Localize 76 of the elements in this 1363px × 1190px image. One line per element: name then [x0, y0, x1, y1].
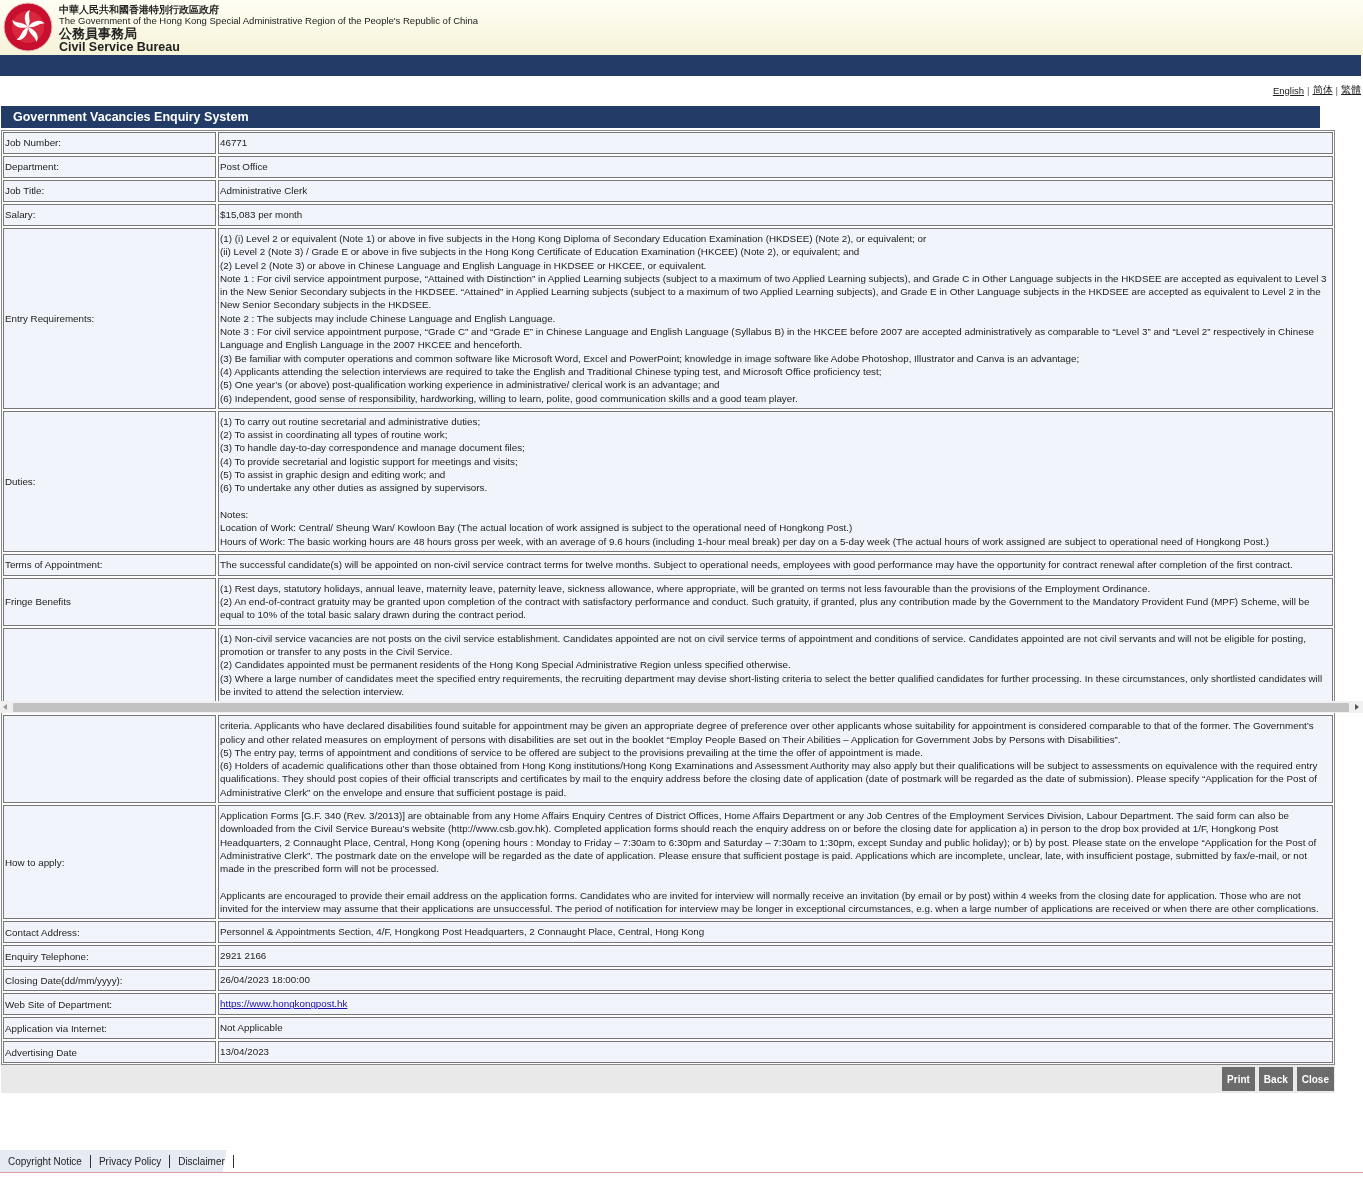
footer-link[interactable]: Privacy Policy — [98, 1154, 171, 1168]
field-value: Administrative Clerk — [220, 184, 309, 198]
scroll-right-icon[interactable] — [1353, 703, 1361, 712]
footer-link[interactable]: Copyright Notice — [8, 1154, 91, 1168]
action-button[interactable]: Close — [1296, 1067, 1334, 1092]
field-value: Not Applicable — [220, 1021, 284, 1035]
field-value: 46771 — [220, 136, 249, 150]
language-link[interactable]: English — [1272, 84, 1305, 96]
field-value: (6) Independent, good sense of responsibility, hardworking, willing to learn, polite, good communication skills and a good team player. — [220, 391, 799, 405]
field-value: (3) Where a large number of candidates meet the specified entry requirements, the recruiting department may devise short-listing criteria to select the better qualified candidates for further processing. In these circumstances, only shortlisted candidates will be invited to attend the selection interview. — [220, 671, 1324, 699]
action-button[interactable]: Back — [1258, 1067, 1293, 1092]
field-value: 13/04/2023 — [220, 1045, 271, 1059]
field-label: Department: — [3, 156, 216, 178]
flower-emblem-icon — [3, 2, 53, 52]
field-value: 26/04/2023 18:00:00 — [220, 973, 311, 987]
field-value: (2) Candidates appointed must be permanent residents of the Hong Kong Special Administrative Region unless specified otherwise. — [220, 658, 792, 672]
field-value: (5) The entry pay, terms of appointment and conditions of service to be offered are subject to the provisions prevailing at the time the offer of appointment is made. — [220, 745, 924, 760]
panel-title: Government Vacancies Enquiry System — [1, 106, 1320, 128]
field-value: (4) Applicants attending the selection interviews are required to take the English and Traditional Chinese typing test, and Microsoft Office proficiency test; — [220, 364, 883, 379]
horizontal-scrollbar[interactable] — [0, 701, 1363, 714]
field-label: Job Title: — [3, 180, 216, 202]
field-value: (5) One year’s (or above) post-qualification working experience in administrative/ clerical work is an advantage; and — [220, 378, 721, 392]
field-value: Hours of Work: The basic working hours are 48 hours gross per week, with an average of 9.6 hours (including 1-hour meal break) per day on a 5-day week (The actual hours of work assigned are subject to operational need of Hongkong Post.) — [220, 534, 1271, 548]
footer-link[interactable]: Disclaimer — [178, 1154, 234, 1168]
website-link[interactable]: https://www.hongkongpost.hk — [220, 998, 348, 1010]
field-value: (6) To undertake any other duties as assigned by supervisors. — [220, 481, 489, 495]
field-label: Application via Internet: — [3, 1017, 216, 1040]
field-label: Salary: — [3, 204, 216, 226]
field-value: Note 3 : For civil service appointment purpose, “Grade C” and “Grade E” in Chinese Language and English Language (Syllabus B) in the HKCEE before 2007 are accepted administratively as comparable to “Level 3” and “Level 2” respectively in Chinese Language and English Language in the 2007 HKCEE and henceforth. — [220, 325, 1316, 352]
field-label: Duties: — [3, 410, 216, 552]
field-value: (3) To handle day-to-day correspondence and manage document files; — [220, 441, 526, 455]
field-label: Entry Requirements: — [3, 228, 216, 409]
field-label: Terms of Appointment: — [3, 553, 216, 576]
field-label: Advertising Date — [3, 1041, 216, 1064]
scroll-left-icon[interactable] — [1, 703, 9, 712]
action-button[interactable]: Print — [1222, 1067, 1255, 1092]
government-title: The Government of the Hong Kong Special Administrative Region of the People's Republic of China — [59, 15, 478, 27]
field-value: (1) (i) Level 2 or equivalent (Note 1) or above in five subjects in the Hong Kong Diploma of Secondary Education Examination (HKDSEE) (Note 2), or equivalent; or — [220, 232, 928, 246]
separator: | — [1335, 84, 1338, 96]
field-value: (2) An end-of-contract gratuity may be granted upon completion of the contract with satisfactory performance and conduct. Such gratuity, if granted, plus any contribution made by the Government to the Mandatory Provident Fund (MPF) Scheme, will be equal to 10% of the total basic salary drawn during the contract period. — [220, 595, 1311, 622]
field-value: Note 1 : For civil service appointment purpose, “Attained with Distinction” in Applied Learning subjects (subject to a maximum of two Applied Learning subjects), and Grade C in Other Language subjects in the HKDSEE are accepted as equivalent to Level 3 in the New Senior Secondary subjects in the HKDSEE. “Attained” in Applied Learning subjects (subject to a maximum of two Applied Learning subjects), and Grade E in Other Language subjects in the HKDSEE are accepted as equivalent to Level 2 in the New Senior Secondary subjects in the HKDSEE. — [220, 271, 1328, 312]
field-value: (3) Be familiar with computer operations and common software like Microsoft Word, Excel and PowerPoint; knowledge in image software like Adobe Photoshop, Illustrator and Canva is an advantage; — [220, 351, 1081, 365]
field-label: Web Site of Department: — [3, 993, 216, 1016]
separator: | — [1307, 84, 1310, 96]
field-label: Enquiry Telephone: — [3, 945, 216, 968]
field-value: criteria. Applicants who have declared disabilities found suitable for appointment may be given an appropriate degree of preference over other applicants whose suitability for appointment is considered comparable to that of the former. The Government’s policy and other related measures on employment of persons with disabilities are set out in the booklet “Employ People Based on Their Abilities – Application for Government Jobs by Persons with Disabilities”. — [220, 719, 1315, 746]
field-label: How to apply: — [3, 805, 216, 920]
field-value: (6) Holders of academic qualifications other than those obtained from Hong Kong institutions/Hong Kong Examinations and Assessment Authority may also apply but their qualifications will be subject to assessments on equivalence with the required entry qualifications. They should post copies of their official transcripts and certificates by mail to the enquiry address before the closing date of application (date of postmark will be regarded as the date of submission). Please specify “Application for the Post of Administrative Clerk” on the envelope and ensure that sufficient postage is paid. — [220, 759, 1319, 799]
scrollbar-thumb[interactable] — [13, 702, 1349, 712]
field-value: The successful candidate(s) will be appointed on non-civil service contract terms for twelve months. Subject to operational needs, employees with good performance may have the opportunity for contract renewal after completion of the first contract. — [220, 557, 1294, 572]
field-value: 2921 2166 — [220, 949, 268, 963]
field-value: (ii) Level 2 (Note 3) / Grade E or above in five subjects in the Hong Kong Certificate of Education Examination (HKCEE) (Note 2), or equivalent; and — [220, 245, 861, 259]
field-value: (1) To carry out routine secretarial and administrative duties; — [220, 414, 482, 429]
field-value: Application Forms [G.F. 340 (Rev. 3/2013)] are obtainable from any Home Affairs Enquiry Centres of District Offices, Home Affairs Department or any Job Centres of the Employment Services Division, Labour Department. The said form can also be downloaded from the Civil Service Bureau’s website (http://www.csb.gov.hk). Completed application forms should reach the enquiry address on or before the closing date for application a) in person to the drop box provided at 1/F, Hongkong Post Headquarters, 2 Connaught Place, Central, Hong Kong (opening hours : Monday to Friday – 7:30am to 6:30pm and Saturday – 7:30am to 1:30pm, except Sunday and public holiday); or b) by post. Please state on the envelope “Application for the Post of Administrative Clerk”. The postmark date on the envelope will be regarded as the date of application. Please ensure that sufficient postage is paid. Applications which are incomplete, unclear, late, with insufficient postage, submitted by fax/e-mail, or not made in the prescribed form will not be processed. — [220, 809, 1318, 876]
field-value: (1) Non-civil service vacancies are not posts on the civil service establishment. Candidates appointed are not on civil service terms of appointment and conditions of service. Candidates appointed are not civil servants and will not be eligible for posting, promotion or transfer to any posts in the Civil Service. — [220, 631, 1307, 659]
field-value: $15,083 per month — [220, 208, 304, 222]
field-value: Applicants are encouraged to provide their email address on the application forms. Candidates who are invited for interview will normally receive an invitation (by email or by post) within 4 weeks from the closing date for application. Those who are not invited for the interview may assume that their applications are unsuccessful. The period of notification for interview may be longer in exceptional circumstances, e.g. when a large number of applications are received or when there are other complications. — [220, 888, 1320, 916]
field-label: Job Number: — [3, 132, 216, 154]
field-value: Post Office — [220, 160, 269, 174]
language-link[interactable]: 繁體 — [1341, 83, 1361, 97]
bureau-title: Civil Service Bureau — [59, 41, 181, 54]
field-label: Fringe Benefits — [3, 577, 216, 626]
language-link[interactable]: 简体 — [1312, 83, 1333, 97]
field-value: (4) To provide secretarial and logistic support for meetings and visits; — [220, 454, 519, 469]
government-title-chinese: 中華人民共和國香港特別行政區政府 — [59, 4, 220, 15]
field-value: Note 2 : The subjects may include Chinese Language and English Language. — [220, 311, 557, 326]
field-label: Contact Address: — [3, 921, 216, 944]
field-value: Notes: — [220, 507, 250, 522]
field-value: Location of Work: Central/ Sheung Wan/ Kowloon Bay (The actual location of work assigned is subject to the operational need of Hongkong Post.) — [220, 521, 854, 535]
bureau-title-chinese: 公務員事務局 — [59, 27, 138, 41]
field-value: (2) To assist in coordinating all types of routine work; — [220, 428, 449, 442]
field-value: (2) Level 2 (Note 3) or above in Chinese Language and English Language in HKDSEE or HKCEE, or equivalent. — [220, 258, 708, 272]
field-value: Personnel & Appointments Section, 4/F, Hongkong Post Headquarters, 2 Connaught Place, Central, Hong Kong — [220, 925, 706, 939]
field-value: (5) To assist in graphic design and editing work; and — [220, 468, 447, 482]
field-label: Closing Date(dd/mm/yyyy): — [3, 969, 216, 992]
field-value: (1) Rest days, statutory holidays, annual leave, maternity leave, paternity leave, sickness allowance, where appropriate, will be granted on terms not less favourable than the provisions of the Employment Ordinance. — [220, 581, 1152, 596]
